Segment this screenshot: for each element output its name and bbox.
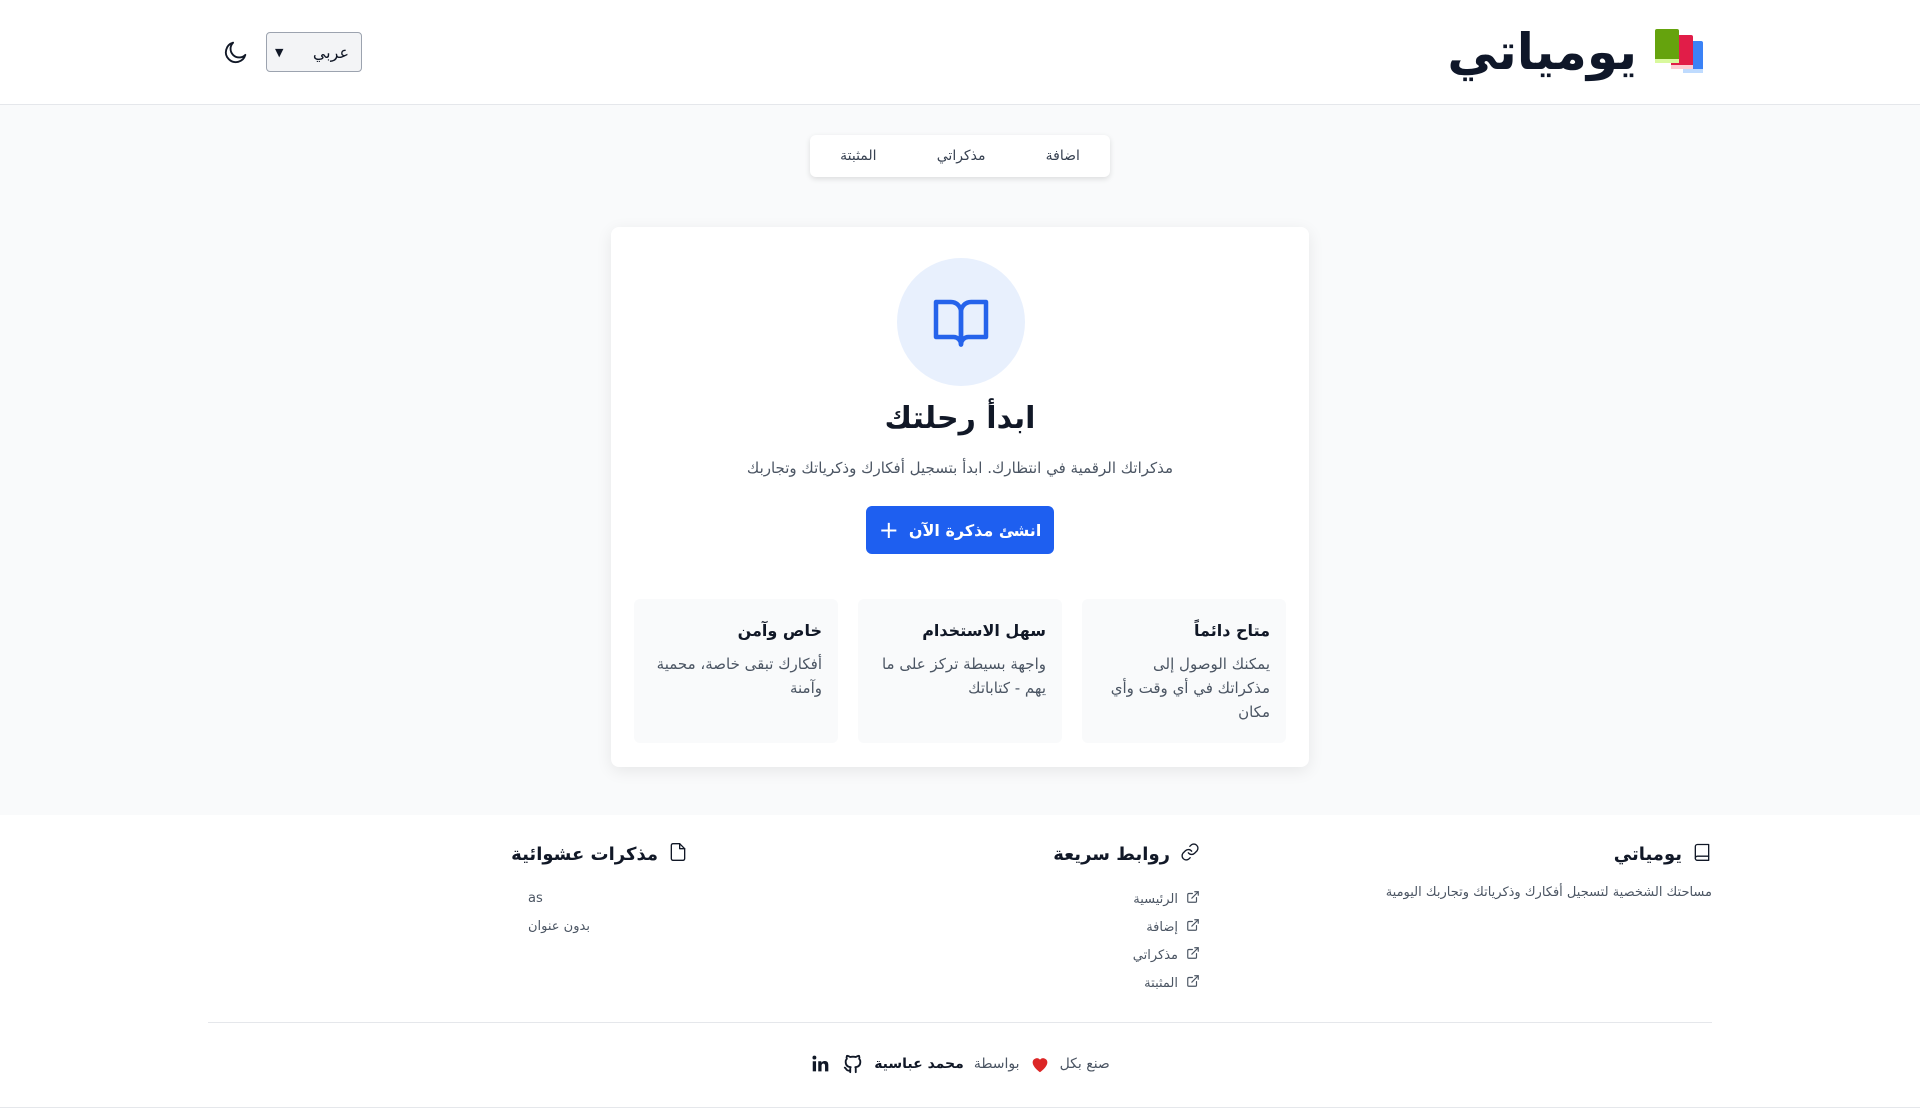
random-notes-list: as بدون عنوان xyxy=(511,885,688,941)
random-note-item[interactable]: as xyxy=(528,885,688,913)
footer-link-my-notes[interactable]: مذكراتي xyxy=(1053,941,1200,969)
app-title: يومياتي xyxy=(1447,23,1637,81)
create-note-button[interactable]: انشئ مذكرة الآن + xyxy=(866,506,1054,554)
external-link-icon xyxy=(1186,918,1200,936)
github-icon[interactable] xyxy=(842,1053,864,1075)
language-select[interactable]: ▼ عربي xyxy=(266,32,362,72)
file-icon xyxy=(668,842,688,867)
footer-link-add[interactable]: إضافة xyxy=(1053,913,1200,941)
feature-title: متاح دائماً xyxy=(1194,621,1270,640)
credits-made-with: صنع بكل xyxy=(1059,1056,1110,1072)
footer-link-label: المثبتة xyxy=(1144,975,1178,991)
hero-icon-circle xyxy=(897,258,1025,386)
link-icon xyxy=(1180,842,1200,867)
footer-bottom-border xyxy=(0,1107,1920,1108)
header: ▼ عربي يومياتي xyxy=(0,0,1920,105)
feature-card: سهل الاستخدام واجهة بسيطة تركز على ما يه… xyxy=(858,599,1062,743)
footer-random-notes-title: مذكرات عشوائية xyxy=(511,844,658,865)
external-link-icon xyxy=(1186,974,1200,992)
footer-link-label: إضافة xyxy=(1146,919,1178,935)
footer-link-home[interactable]: الرئيسية xyxy=(1053,885,1200,913)
feature-card: متاح دائماً يمكنك الوصول إلى مذكراتك في … xyxy=(1082,599,1286,743)
feature-text: أفكارك تبقى خاصة، محمية وآمنة xyxy=(656,655,822,697)
footer-random-notes: مذكرات عشوائية as بدون عنوان xyxy=(511,842,688,941)
footer-quick-links-title: روابط سريعة xyxy=(1053,844,1170,865)
footer-divider xyxy=(208,1022,1712,1023)
plus-icon: + xyxy=(878,516,899,544)
tab-add[interactable]: اضافة xyxy=(1034,140,1092,172)
linkedin-icon[interactable] xyxy=(810,1053,832,1075)
footer: يومياتي مساحتك الشخصية لتسجيل أفكارك وذك… xyxy=(0,815,1920,1109)
footer-about-title: يومياتي xyxy=(1613,844,1682,865)
tab-pinned[interactable]: المثبتة xyxy=(828,140,888,172)
language-select-value: عربي xyxy=(312,42,349,62)
header-controls: ▼ عربي xyxy=(222,32,362,72)
external-link-icon xyxy=(1186,890,1200,908)
chevron-down-icon: ▼ xyxy=(275,45,284,59)
open-book-icon xyxy=(933,299,989,347)
footer-link-label: الرئيسية xyxy=(1133,891,1178,907)
feature-text: يمكنك الوصول إلى مذكراتك في أي وقت وأي م… xyxy=(1110,655,1270,721)
footer-about-description: مساحتك الشخصية لتسجيل أفكارك وذكرياتك وت… xyxy=(1385,885,1712,900)
feature-title: سهل الاستخدام xyxy=(922,621,1046,640)
feature-title: خاص وآمن xyxy=(737,621,822,640)
credits-author[interactable]: محمد عباسية xyxy=(874,1056,964,1072)
credits-by: بواسطة xyxy=(973,1056,1020,1072)
feature-card: خاص وآمن أفكارك تبقى خاصة، محمية وآمنة xyxy=(634,599,838,743)
feature-text: واجهة بسيطة تركز على ما يهم - كتاباتك xyxy=(881,655,1046,697)
books-icon xyxy=(1653,27,1705,77)
hero-title: ابدأ رحلتك xyxy=(884,401,1036,436)
footer-link-pinned[interactable]: المثبتة xyxy=(1053,969,1200,997)
random-note-item[interactable]: بدون عنوان xyxy=(528,913,688,941)
empty-state-card: ابدأ رحلتك مذكراتك الرقمية في انتظارك. ا… xyxy=(611,227,1309,767)
tab-my-notes[interactable]: مذكراتي xyxy=(925,140,998,172)
footer-quick-links: روابط سريعة الرئيسية إضافة مذكراتي المثب… xyxy=(1053,842,1200,997)
brand[interactable]: يومياتي xyxy=(1447,22,1705,82)
footer-link-label: مذكراتي xyxy=(1132,947,1178,963)
moon-icon[interactable] xyxy=(222,38,250,66)
book-icon xyxy=(1692,842,1712,867)
footer-about: يومياتي مساحتك الشخصية لتسجيل أفكارك وذك… xyxy=(1386,842,1712,900)
external-link-icon xyxy=(1186,946,1200,964)
heart-icon xyxy=(1030,1055,1050,1073)
nav-tabs: اضافة مذكراتي المثبتة xyxy=(810,135,1110,177)
hero-subtitle: مذكراتك الرقمية في انتظارك. ابدأ بتسجيل … xyxy=(746,459,1174,477)
features: متاح دائماً يمكنك الوصول إلى مذكراتك في … xyxy=(634,599,1286,743)
credits: صنع بكل بواسطة محمد عباسية xyxy=(0,1052,1920,1076)
cta-label: انشئ مذكرة الآن xyxy=(908,520,1042,540)
